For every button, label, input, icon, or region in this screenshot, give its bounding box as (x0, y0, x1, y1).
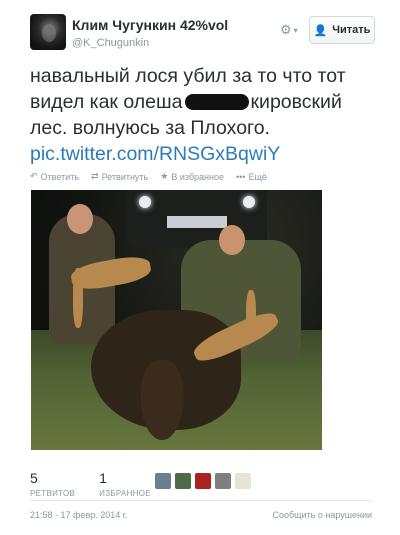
favorite-action[interactable]: ★ В избранное (160, 171, 224, 182)
tweet-text-line3: лес. волнуюсь за Плохого. (30, 117, 270, 139)
retweeter-avatars (155, 473, 251, 489)
photo-car-plate (167, 216, 227, 228)
tweet-header: Клим Чугункин 42%vol @K_Chugunkin ⚙ ▾ 👤 Ч… (30, 14, 375, 54)
photo-car-light (243, 196, 255, 208)
photo-antler-tine (246, 290, 256, 340)
more-action[interactable]: ••• Ещё (236, 171, 267, 182)
retweeter-avatar[interactable] (175, 473, 191, 489)
avatar[interactable] (30, 14, 66, 50)
retweet-count-label: РЕТВИТОВ (30, 489, 76, 498)
report-link[interactable]: Сообщить о нарушении (272, 510, 372, 520)
chevron-down-icon: ▾ (293, 25, 298, 35)
photo-head-right (219, 225, 245, 255)
tweet-text-line2a: видел как олеша (30, 91, 183, 113)
divider (30, 500, 372, 501)
gear-menu[interactable]: ⚙ ▾ (280, 22, 302, 38)
photo-antler-tine (73, 268, 83, 328)
follow-person-icon: 👤 (313, 24, 328, 37)
tweet-stats: 5 РЕТВИТОВ 1 ИЗБРАННОЕ (30, 470, 151, 498)
tweet-photo[interactable] (31, 190, 322, 450)
retweet-stat[interactable]: 5 РЕТВИТОВ (30, 470, 75, 498)
gear-icon: ⚙ (280, 22, 292, 37)
tweet-text-line2b: кировский (250, 91, 342, 113)
reply-icon: ↶ (30, 171, 38, 181)
favorite-stat[interactable]: 1 ИЗБРАННОЕ (99, 470, 151, 498)
retweeter-avatar[interactable] (155, 473, 171, 489)
more-label: Ещё (248, 171, 267, 182)
tweet-media-link[interactable]: pic.twitter.com/RNSGxBqwiY (30, 143, 280, 165)
reply-action[interactable]: ↶ Ответить (30, 171, 79, 182)
retweeter-avatar[interactable] (195, 473, 211, 489)
photo-head-left (67, 204, 93, 234)
more-dots-icon: ••• (236, 171, 246, 182)
retweeter-avatar[interactable] (215, 473, 231, 489)
favorite-count: 1 (99, 470, 107, 486)
tweet-actions: ↶ Ответить ⇄ Ретвитнуть ★ В избранное ••• Ещ… (30, 171, 267, 182)
photo-moose-head (141, 360, 183, 440)
reply-label: Ответить (40, 171, 80, 182)
follow-button-label: Читать (332, 24, 371, 36)
tweet-timestamp[interactable]: 21:58 - 17 февр. 2014 г. (30, 510, 127, 520)
follow-button[interactable]: 👤 Читать (309, 16, 375, 44)
retweet-label: Ретвитнуть (101, 171, 149, 182)
retweet-icon: ⇄ (91, 171, 99, 181)
tweet-text: навальный лося убил за то что тот видел … (30, 63, 380, 167)
retweeter-avatar[interactable] (235, 473, 251, 489)
favorite-label: В избранное (171, 171, 224, 182)
tweet-text-line1: навальный лося убил за то что тот (30, 65, 346, 87)
display-name[interactable]: Клим Чугункин 42%vol (72, 17, 228, 33)
retweet-action[interactable]: ⇄ Ретвитнуть (91, 171, 148, 182)
screen-name[interactable]: @K_Chugunkin (72, 37, 149, 49)
photo-car-light (139, 196, 151, 208)
star-icon: ★ (160, 171, 169, 181)
redaction-mark (184, 94, 249, 110)
retweet-count: 5 (30, 470, 38, 486)
favorite-count-label: ИЗБРАННОЕ (99, 489, 151, 498)
